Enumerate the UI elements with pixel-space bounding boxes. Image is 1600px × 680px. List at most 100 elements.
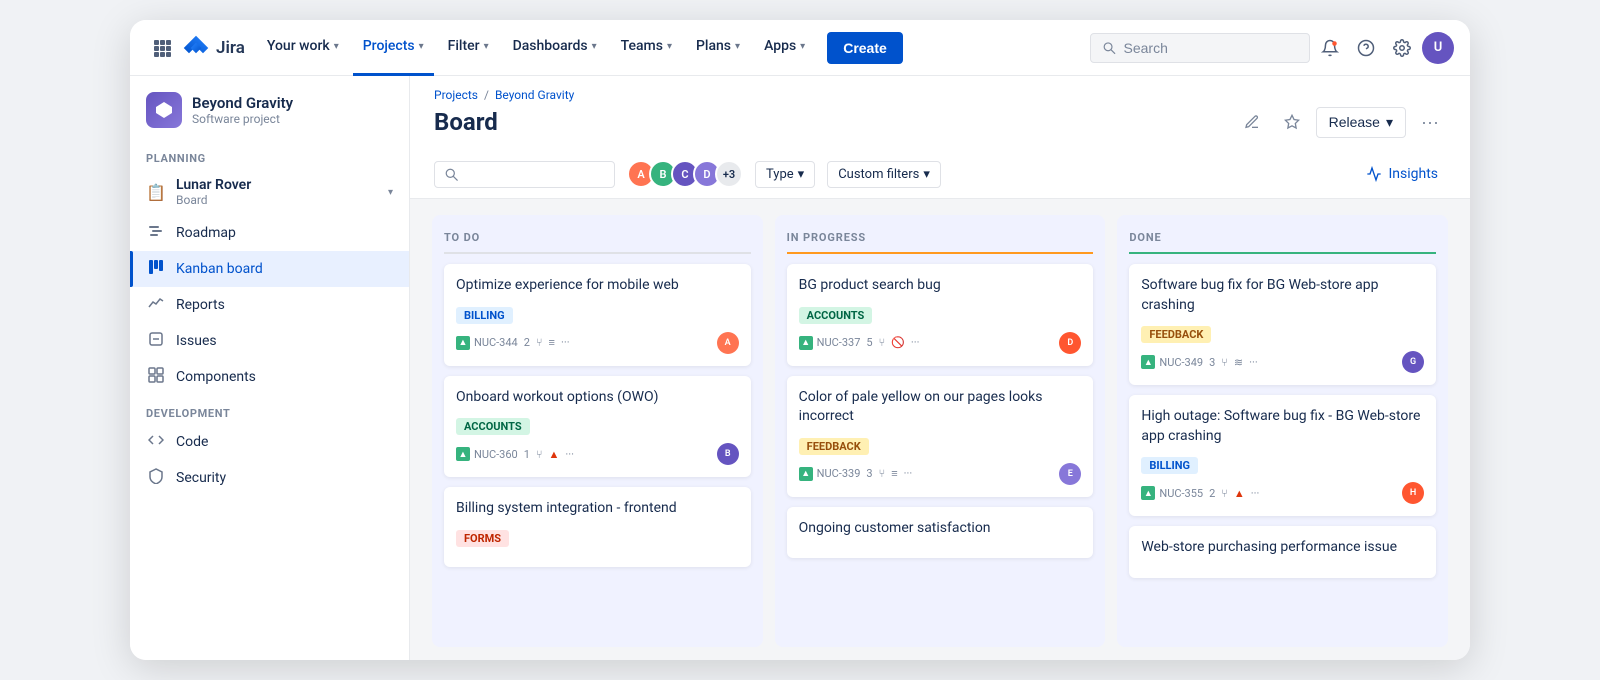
release-button[interactable]: Release ▾: [1316, 107, 1406, 138]
sidebar-item-roadmap[interactable]: Roadmap: [130, 215, 409, 251]
sidebar-item-kanban[interactable]: Kanban board: [130, 251, 409, 287]
expand-icon: ▾: [388, 187, 393, 198]
assignee-avatar: A: [717, 332, 739, 354]
type-filter-button[interactable]: Type ▾: [755, 161, 815, 188]
board-icon: 📋: [146, 183, 166, 202]
custom-filters-label: Custom filters: [838, 167, 919, 182]
security-label: Security: [176, 470, 226, 486]
card-title: Ongoing customer satisfaction: [799, 519, 1082, 539]
project-name: Beyond Gravity: [192, 94, 293, 112]
card-nuc351[interactable]: Web-store purchasing performance issue: [1129, 526, 1436, 578]
issue-id: ▲ NUC-349: [1141, 355, 1203, 369]
issue-id: ▲ NUC-360: [456, 447, 518, 461]
custom-filters-button[interactable]: Custom filters ▾: [827, 161, 941, 188]
breadcrumb-separator: /: [484, 88, 489, 102]
card-tag-forms: FORMS: [456, 530, 509, 547]
settings-button[interactable]: [1386, 32, 1418, 64]
top-navigation: Jira Your work ▾ Projects ▾ Filter ▾ Das…: [130, 20, 1470, 76]
card-nuc355[interactable]: High outage: Software bug fix - BG Web-s…: [1129, 395, 1436, 516]
nav-dashboards[interactable]: Dashboards ▾: [503, 20, 607, 76]
nav-projects[interactable]: Projects ▾: [353, 20, 434, 76]
card-tag-billing: BILLING: [456, 307, 513, 324]
issue-id: ▲ NUC-344: [456, 336, 518, 350]
nav-plans[interactable]: Plans ▾: [686, 20, 750, 76]
sidebar-item-reports[interactable]: Reports: [130, 287, 409, 323]
search-input[interactable]: [1124, 40, 1297, 56]
user-avatar[interactable]: U: [1422, 32, 1454, 64]
search-icon: [1103, 41, 1116, 55]
column-todo-header: TO DO: [444, 227, 751, 254]
breadcrumb-project-link[interactable]: Beyond Gravity: [495, 88, 574, 102]
type-filter-label: Type: [766, 167, 794, 182]
card-count: 5: [866, 336, 872, 349]
branch-icon: ⑂: [536, 448, 543, 461]
card-nuc339[interactable]: Color of pale yellow on our pages looks …: [787, 376, 1094, 497]
issue-type-icon: ▲: [1141, 486, 1155, 500]
pencil-button[interactable]: [1236, 106, 1268, 138]
card-nuc349[interactable]: Software bug fix for BG Web-store app cr…: [1129, 264, 1436, 385]
card-meta: A: [717, 332, 739, 354]
components-label: Components: [176, 369, 256, 385]
more-options-button[interactable]: ···: [1414, 106, 1446, 138]
sidebar-item-issues[interactable]: Issues: [130, 323, 409, 359]
assignee-avatar: H: [1402, 482, 1424, 504]
card-nuc358[interactable]: Billing system integration - frontend FO…: [444, 487, 751, 567]
card-title: Color of pale yellow on our pages looks …: [799, 388, 1082, 427]
notifications-button[interactable]: [1314, 32, 1346, 64]
chevron-icon: ▾: [735, 41, 740, 52]
card-nuc341[interactable]: Ongoing customer satisfaction: [787, 507, 1094, 559]
breadcrumb-projects-link[interactable]: Projects: [434, 88, 478, 102]
card-nuc360[interactable]: Onboard workout options (OWO) ACCOUNTS ▲…: [444, 376, 751, 478]
branch-icon: ⑂: [879, 336, 886, 349]
board-sub-label: Board: [176, 193, 251, 207]
nav-filter[interactable]: Filter ▾: [438, 20, 499, 76]
kanban-icon: [146, 259, 166, 279]
logo-text: Jira: [216, 38, 245, 58]
toolbar-search[interactable]: [434, 161, 615, 188]
more-dots: ···: [904, 467, 913, 480]
issue-type-icon: ▲: [799, 467, 813, 481]
assignee-avatar: G: [1402, 351, 1424, 373]
column-inprogress-header: IN PROGRESS: [787, 227, 1094, 254]
reports-icon: [146, 295, 166, 315]
card-tag-accounts: ACCOUNTS: [799, 307, 873, 324]
sidebar-item-security[interactable]: Security: [130, 460, 409, 496]
jira-logo[interactable]: Jira: [182, 34, 245, 62]
grid-menu-button[interactable]: [146, 32, 178, 64]
release-chevron: ▾: [1386, 114, 1393, 131]
card-meta: G: [1402, 351, 1424, 373]
card-nuc344[interactable]: Optimize experience for mobile web BILLI…: [444, 264, 751, 366]
lunar-rover-label: Lunar Rover: [176, 177, 251, 193]
card-title: Optimize experience for mobile web: [456, 276, 739, 296]
nav-apps[interactable]: Apps ▾: [754, 20, 815, 76]
project-header: Beyond Gravity Software project: [130, 76, 409, 140]
breadcrumb: Projects / Beyond Gravity: [434, 88, 1446, 102]
help-button[interactable]: [1350, 32, 1382, 64]
card-tag-accounts: ACCOUNTS: [456, 418, 530, 435]
board-title: Board: [434, 108, 498, 136]
sidebar-item-lunar-rover[interactable]: 📋 Lunar Rover Board ▾: [130, 169, 409, 215]
card-tag-feedback: FEEDBACK: [799, 438, 869, 455]
roadmap-icon: [146, 223, 166, 243]
project-icon: [146, 92, 182, 128]
card-footer: ▲ NUC-360 1 ⑂ ▲ ··· B: [456, 443, 739, 465]
board-search-input[interactable]: [464, 167, 604, 182]
issue-id: ▲ NUC-355: [1141, 486, 1203, 500]
card-title: Billing system integration - frontend: [456, 499, 739, 519]
assignee-avatar: B: [717, 443, 739, 465]
main-layout: Beyond Gravity Software project PLANNING…: [130, 76, 1470, 660]
nav-teams[interactable]: Teams ▾: [611, 20, 682, 76]
nav-your-work[interactable]: Your work ▾: [257, 20, 349, 76]
issues-label: Issues: [176, 333, 217, 349]
avatars-extra-count[interactable]: +3: [715, 160, 743, 188]
branch-icon: ⑂: [1221, 487, 1228, 500]
search-box[interactable]: [1090, 33, 1310, 63]
create-button[interactable]: Create: [827, 32, 903, 64]
kanban-label: Kanban board: [176, 261, 263, 277]
type-chevron-icon: ▾: [798, 167, 805, 182]
insights-button[interactable]: Insights: [1358, 161, 1446, 187]
sidebar-item-code[interactable]: Code: [130, 424, 409, 460]
card-nuc337[interactable]: BG product search bug ACCOUNTS ▲ NUC-337…: [787, 264, 1094, 366]
star-button[interactable]: [1276, 106, 1308, 138]
sidebar-item-components[interactable]: Components: [130, 359, 409, 395]
